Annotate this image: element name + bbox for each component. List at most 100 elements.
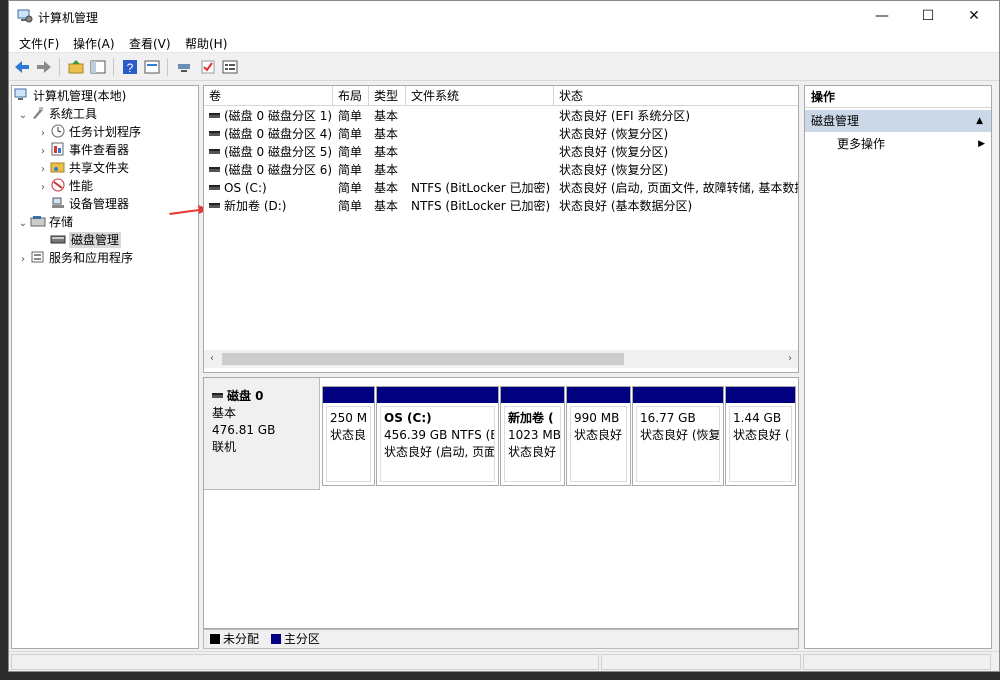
back-icon[interactable] bbox=[13, 58, 31, 76]
computer-management-icon bbox=[14, 88, 27, 100]
status-cell-3 bbox=[803, 654, 991, 670]
properties-icon[interactable] bbox=[143, 58, 161, 76]
computer-management-window: 计算机管理 — ☐ ✕ 文件(F) 操作(A) 查看(V) 帮助(H) ? 计算… bbox=[8, 0, 1000, 672]
tree-performance[interactable]: › 性能 bbox=[36, 177, 93, 195]
chevron-down-icon[interactable]: ⌄ bbox=[16, 107, 30, 125]
column-type[interactable]: 类型 bbox=[369, 86, 406, 106]
scroll-left-icon[interactable]: ‹ bbox=[204, 350, 220, 368]
status-cell-2 bbox=[601, 654, 801, 670]
partition-recovery-2[interactable]: 16.77 GB 状态良好 (恢复 bbox=[632, 386, 724, 486]
device-manager-icon bbox=[52, 197, 64, 208]
primary-swatch bbox=[270, 634, 281, 644]
tree-storage[interactable]: ⌄ 存储 bbox=[16, 213, 73, 231]
tree-root[interactable]: 计算机管理(本地) bbox=[14, 87, 126, 105]
collapse-up-icon[interactable]: ▲ bbox=[976, 110, 983, 132]
tree-system-tools[interactable]: ⌄ 系统工具 bbox=[16, 105, 97, 123]
toolbar: ? bbox=[9, 53, 999, 81]
action-group-disk-management[interactable]: 磁盘管理 ▲ bbox=[805, 110, 991, 132]
primary-partition-bar bbox=[567, 387, 630, 403]
partition-recovery-3[interactable]: 1.44 GB 状态良好 ( bbox=[725, 386, 796, 486]
primary-partition-bar bbox=[501, 387, 564, 403]
status-bar bbox=[9, 651, 999, 671]
actions-header: 操作 bbox=[805, 86, 991, 108]
window-title: 计算机管理 bbox=[38, 11, 99, 25]
primary-partition-bar bbox=[377, 387, 498, 403]
volume-drive-icon bbox=[209, 113, 220, 118]
partition-efi[interactable]: 250 M 状态良 bbox=[322, 386, 375, 486]
performance-icon bbox=[51, 178, 65, 192]
partition-new-volume-d[interactable]: 新加卷 ( 1023 MB 状态良好 bbox=[500, 386, 565, 486]
event-viewer-icon bbox=[51, 142, 64, 156]
help-icon[interactable]: ? bbox=[121, 58, 139, 76]
legend-unallocated: 未分配 bbox=[210, 632, 259, 646]
connect-icon[interactable] bbox=[175, 58, 193, 76]
tree-shared-folders[interactable]: › 共享文件夹 bbox=[36, 159, 129, 177]
shared-folder-icon bbox=[50, 162, 65, 173]
menu-view[interactable]: 查看(V) bbox=[129, 35, 171, 52]
volume-row[interactable]: (磁盘 0 磁盘分区 1) 简单 基本 状态良好 (EFI 系统分区) bbox=[204, 107, 798, 125]
title-bar: 计算机管理 — ☐ ✕ bbox=[9, 1, 999, 31]
disk-graphical-view: 磁盘 0 基本 476.81 GB 联机 250 M 状态良 OS (C:) 4… bbox=[203, 377, 799, 629]
scroll-right-icon[interactable]: › bbox=[782, 350, 798, 368]
chevron-right-icon[interactable]: › bbox=[16, 251, 30, 269]
check-icon[interactable] bbox=[199, 58, 217, 76]
unallocated-swatch bbox=[210, 634, 220, 644]
chevron-right-icon[interactable]: › bbox=[36, 179, 50, 197]
primary-partition-bar bbox=[323, 387, 374, 403]
tree-disk-management[interactable]: 磁盘管理 bbox=[50, 231, 122, 249]
tree-device-manager[interactable]: 设备管理器 bbox=[50, 195, 129, 213]
services-icon bbox=[31, 251, 44, 263]
menu-bar: 文件(F) 操作(A) 查看(V) 帮助(H) bbox=[9, 31, 999, 53]
actions-pane: 操作 磁盘管理 ▲ 更多操作 ▶ bbox=[804, 85, 992, 649]
column-filesystem[interactable]: 文件系统 bbox=[406, 86, 554, 106]
volume-list: 卷 布局 类型 文件系统 状态 (磁盘 0 磁盘分区 1) 简单 基本 状态良好… bbox=[203, 85, 799, 373]
maximize-button[interactable]: ☐ bbox=[905, 1, 951, 31]
menu-help[interactable]: 帮助(H) bbox=[185, 35, 227, 52]
volume-row[interactable]: (磁盘 0 磁盘分区 4) 简单 基本 状态良好 (恢复分区) bbox=[204, 125, 798, 143]
volume-drive-icon bbox=[209, 203, 220, 208]
volume-drive-icon bbox=[209, 149, 220, 154]
legend-primary: 主分区 bbox=[270, 632, 320, 646]
column-layout[interactable]: 布局 bbox=[333, 86, 369, 106]
chevron-down-icon[interactable]: ⌄ bbox=[16, 215, 30, 233]
menu-file[interactable]: 文件(F) bbox=[19, 35, 59, 52]
volume-drive-icon bbox=[209, 167, 220, 172]
volume-row[interactable]: 新加卷 (D:) 简单 基本 NTFS (BitLocker 已加密) 状态良好… bbox=[204, 197, 798, 215]
minimize-button[interactable]: — bbox=[859, 1, 905, 31]
console-tree: 计算机管理(本地) ⌄ 系统工具 › 任务计划程序 › 事件查看器 › 共享文件夹 › 性… bbox=[11, 85, 199, 649]
tree-services-apps[interactable]: › 服务和应用程序 bbox=[16, 249, 133, 267]
tree-event-viewer[interactable]: › 事件查看器 bbox=[36, 141, 129, 159]
storage-icon bbox=[30, 216, 46, 227]
partition-recovery-1[interactable]: 990 MB 状态良好 bbox=[566, 386, 631, 486]
disk-icon bbox=[50, 235, 66, 244]
clock-icon bbox=[51, 124, 65, 138]
partition-os-c[interactable]: OS (C:) 456.39 GB NTFS (B 状态良好 (启动, 页面 bbox=[376, 386, 499, 486]
tree-task-scheduler[interactable]: › 任务计划程序 bbox=[36, 123, 141, 141]
horizontal-scrollbar[interactable]: ‹ › bbox=[204, 350, 798, 368]
status-cell-main bbox=[11, 654, 599, 670]
computer-management-icon bbox=[17, 9, 33, 23]
tools-icon bbox=[33, 107, 43, 119]
up-folder-icon[interactable] bbox=[67, 58, 85, 76]
primary-partition-bar bbox=[633, 387, 723, 403]
volume-row[interactable]: (磁盘 0 磁盘分区 5) 简单 基本 状态良好 (恢复分区) bbox=[204, 143, 798, 161]
column-status[interactable]: 状态 bbox=[554, 86, 798, 106]
submenu-arrow-icon: ▶ bbox=[978, 139, 985, 149]
svg-text:?: ? bbox=[127, 61, 134, 75]
primary-partition-bar bbox=[726, 387, 795, 403]
close-button[interactable]: ✕ bbox=[951, 1, 997, 31]
volume-list-header: 卷 布局 类型 文件系统 状态 bbox=[204, 86, 798, 106]
scrollbar-thumb[interactable] bbox=[222, 353, 624, 365]
column-volume[interactable]: 卷 bbox=[204, 86, 333, 106]
disk-management-panel: 卷 布局 类型 文件系统 状态 (磁盘 0 磁盘分区 1) 简单 基本 状态良好… bbox=[203, 85, 799, 649]
volume-row[interactable]: OS (C:) 简单 基本 NTFS (BitLocker 已加密) 状态良好 … bbox=[204, 179, 798, 197]
menu-action[interactable]: 操作(A) bbox=[73, 35, 115, 52]
forward-icon[interactable] bbox=[35, 58, 53, 76]
disk-0-label[interactable]: 磁盘 0 基本 476.81 GB 联机 bbox=[204, 378, 320, 490]
show-hide-tree-icon[interactable] bbox=[89, 58, 107, 76]
options-icon[interactable] bbox=[221, 58, 239, 76]
volume-row[interactable]: (磁盘 0 磁盘分区 6) 简单 基本 状态良好 (恢复分区) bbox=[204, 161, 798, 179]
volume-drive-icon bbox=[209, 185, 220, 190]
more-actions-item[interactable]: 更多操作 ▶ bbox=[805, 134, 991, 154]
disk-drive-icon bbox=[212, 393, 223, 398]
